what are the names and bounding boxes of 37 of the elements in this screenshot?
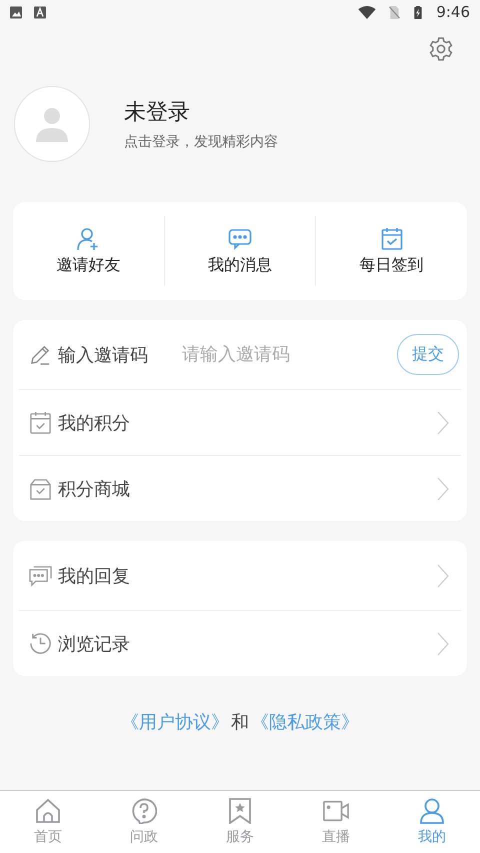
wifi-icon	[358, 6, 376, 18]
person-icon	[36, 106, 68, 142]
history-icon	[29, 632, 52, 655]
calendar-check-icon	[29, 411, 52, 434]
status-time: 9:46	[436, 3, 470, 21]
no-sim-icon	[388, 6, 400, 18]
chevron-right-icon	[437, 476, 449, 500]
home-icon	[35, 798, 61, 824]
menu-item[interactable]: 浏览记录	[58, 632, 130, 656]
menu-item[interactable]: 积分商城	[58, 476, 130, 500]
chat-bubbles-icon	[29, 564, 52, 587]
person-icon	[419, 798, 445, 824]
login-status[interactable]: 未登录	[124, 97, 278, 127]
settings-icon[interactable]	[428, 36, 454, 62]
video-camera-icon	[323, 798, 349, 824]
menu-item[interactable]: 我的积分	[58, 410, 130, 434]
connector-text: 和	[231, 711, 249, 734]
image-icon	[10, 6, 22, 18]
bookmark-star-icon	[227, 798, 253, 824]
chevron-right-icon	[437, 632, 449, 656]
question-bubble-icon	[131, 798, 157, 824]
font-icon	[34, 6, 46, 18]
gift-box-icon	[29, 477, 52, 500]
add-person-icon	[76, 226, 100, 250]
chat-bubble-icon	[228, 226, 252, 250]
quick-action[interactable]: 邀请好友	[13, 220, 164, 282]
chevron-right-icon	[437, 564, 449, 588]
battery-icon	[412, 6, 424, 18]
chevron-right-icon	[437, 410, 449, 434]
invite-code-field[interactable]: 请输入邀请码	[180, 343, 391, 366]
invite-code-label: 输入邀请码	[58, 344, 148, 366]
quick-action[interactable]: 我的消息	[164, 220, 316, 282]
quick-action[interactable]: 每日签到	[316, 220, 468, 282]
login-hint: 点击登录，发现精彩内容	[124, 133, 278, 151]
calendar-check-icon	[380, 226, 404, 250]
menu-item[interactable]: 我的回复	[58, 564, 130, 588]
pencil-icon	[29, 343, 52, 366]
